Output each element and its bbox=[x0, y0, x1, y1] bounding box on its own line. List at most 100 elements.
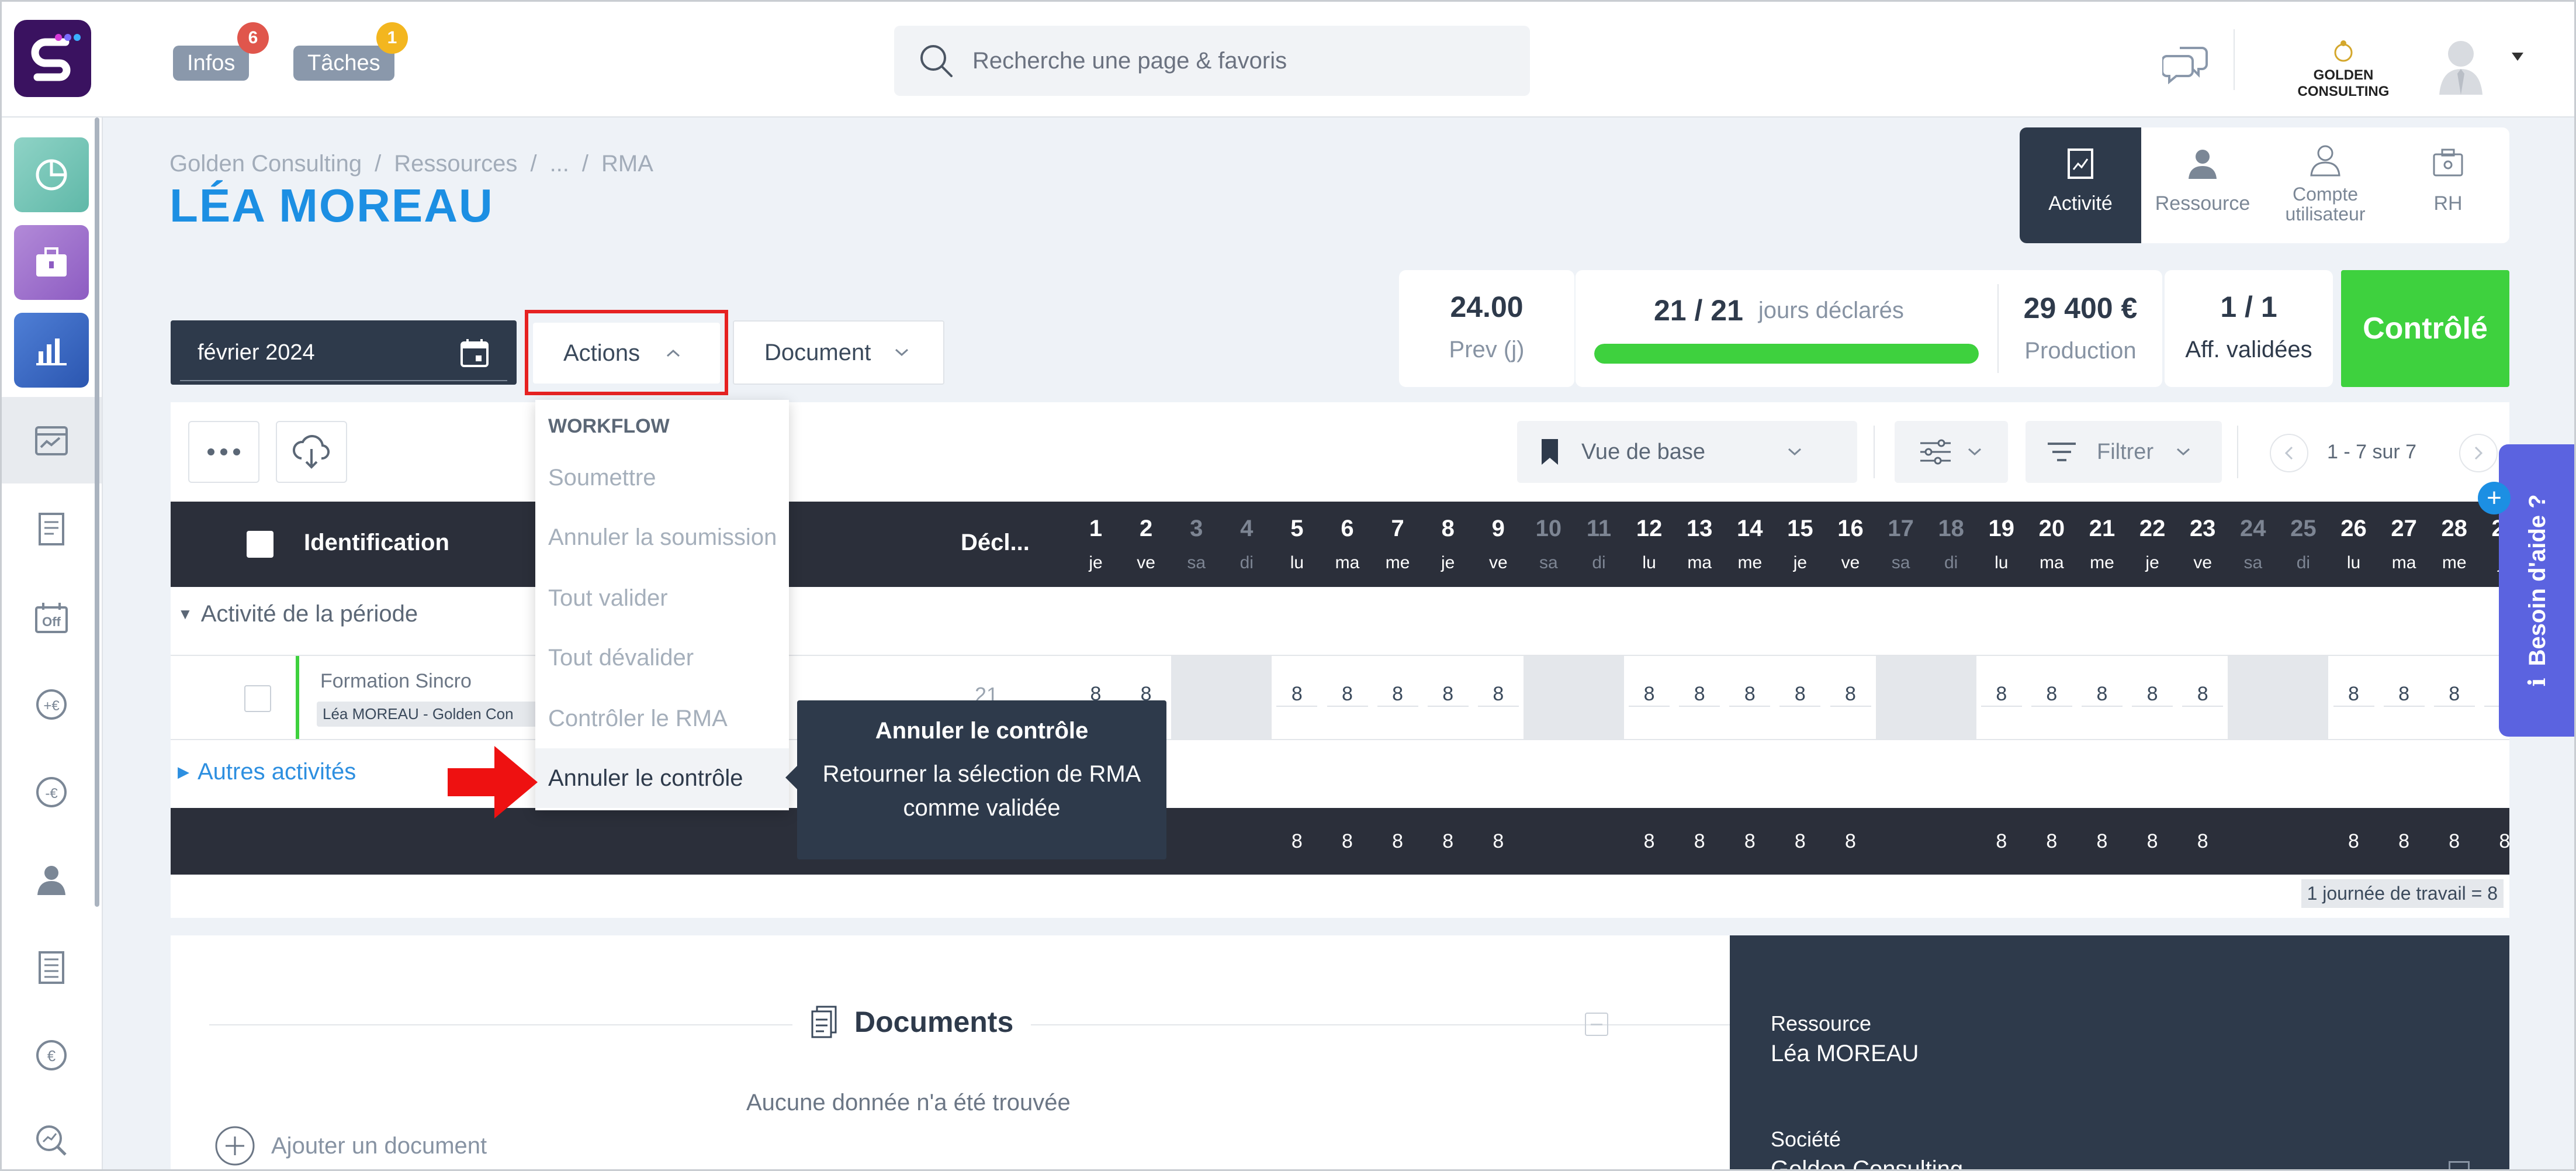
taches-button[interactable]: Tâches bbox=[293, 46, 394, 81]
tab-rh[interactable]: RH bbox=[2387, 127, 2509, 243]
filter-button[interactable]: Filtrer bbox=[2026, 421, 2222, 483]
tab-activite[interactable]: Activité bbox=[2020, 127, 2141, 243]
day-cell[interactable]: 8 bbox=[2383, 683, 2425, 707]
day-cell[interactable]: 8 bbox=[2082, 683, 2123, 707]
day-weekday: me bbox=[1385, 553, 1410, 572]
day-weekday: lu bbox=[1995, 553, 2009, 572]
day-cell[interactable]: 8 bbox=[2333, 683, 2374, 707]
sidebar-scrollbar[interactable] bbox=[95, 118, 99, 907]
sidebar-item-reports[interactable] bbox=[14, 313, 89, 388]
day-cell[interactable]: 8 bbox=[1276, 683, 1318, 707]
day-cell[interactable]: 8 bbox=[2182, 683, 2224, 707]
day-cell[interactable]: 8 bbox=[2031, 683, 2072, 707]
day-cell[interactable]: 8 bbox=[1327, 683, 1368, 707]
invoice-icon[interactable] bbox=[26, 503, 77, 555]
infos-badge-count: 6 bbox=[248, 28, 258, 47]
menu-item-tout-valider[interactable]: Tout valider bbox=[535, 568, 789, 628]
total-cell: 8 bbox=[2499, 830, 2511, 852]
day-cell[interactable]: 8 bbox=[1830, 683, 1871, 707]
weekend-cell bbox=[1221, 656, 1272, 739]
group-period[interactable]: ▼ Activité de la période bbox=[178, 601, 418, 627]
view-selector[interactable]: Vue de base bbox=[1517, 421, 1857, 483]
day-cell[interactable]: 8 bbox=[2132, 683, 2173, 707]
day-cell[interactable]: 8 bbox=[1729, 683, 1771, 707]
document-button[interactable]: Document bbox=[733, 320, 944, 385]
add-floating-button[interactable]: + bbox=[2478, 482, 2511, 514]
user-avatar[interactable] bbox=[2435, 36, 2487, 95]
menu-item-soumettre[interactable]: Soumettre bbox=[535, 448, 789, 507]
infos-button[interactable]: Infos bbox=[173, 46, 250, 81]
export-button[interactable] bbox=[276, 421, 347, 483]
page-title: LÉA MOREAU bbox=[169, 179, 494, 232]
col-declared[interactable]: Décl... bbox=[961, 530, 1030, 556]
sidebar-item-dashboard[interactable] bbox=[14, 137, 89, 212]
tab-rh-label: RH bbox=[2433, 192, 2463, 215]
actions-button[interactable]: Actions bbox=[533, 323, 720, 384]
tab-compte-utilisateur[interactable]: Compte utilisateur bbox=[2264, 127, 2387, 243]
select-all-checkbox[interactable] bbox=[247, 531, 273, 558]
day-cell[interactable]: 8 bbox=[1427, 683, 1469, 707]
calendar-chart-icon[interactable] bbox=[26, 414, 77, 466]
breadcrumb-item[interactable]: Ressources bbox=[394, 151, 517, 177]
day-number: 20 bbox=[2038, 516, 2065, 541]
days-progress-fill bbox=[1594, 344, 1979, 364]
chat-icon[interactable] bbox=[2161, 42, 2209, 85]
open-link-icon[interactable] bbox=[2449, 1161, 2470, 1171]
tab-ressource[interactable]: Ressource bbox=[2141, 127, 2264, 243]
stat-prev-label: Prev (j) bbox=[1449, 337, 1525, 362]
document-list-icon[interactable] bbox=[26, 942, 77, 993]
day-number: 4 bbox=[1240, 516, 1254, 541]
stat-days: 21 / 21 jours déclarés 29 400 € Producti… bbox=[1576, 270, 2162, 387]
app-logo[interactable] bbox=[14, 20, 91, 97]
total-cell: 8 bbox=[1442, 830, 1454, 852]
help-tab[interactable]: ℹ Besoin d'aide ? bbox=[2499, 444, 2576, 737]
income-euro-icon[interactable]: +€ bbox=[26, 679, 77, 730]
more-options-button[interactable] bbox=[188, 421, 259, 483]
euro-circle-icon[interactable]: € bbox=[26, 1030, 77, 1081]
settings-button[interactable] bbox=[1895, 421, 2008, 483]
day-weekday: me bbox=[2090, 553, 2114, 572]
documents-title: Documents bbox=[854, 1006, 1014, 1038]
day-cell[interactable]: 8 bbox=[1477, 683, 1519, 707]
group-other[interactable]: ▶ Autres activités bbox=[178, 759, 356, 785]
user-menu-caret-icon[interactable] bbox=[2512, 53, 2523, 61]
tooltip: Annuler le contrôle Retourner la sélecti… bbox=[785, 700, 1166, 859]
day-cell[interactable]: 8 bbox=[2433, 683, 2475, 707]
day-cell[interactable]: 8 bbox=[1981, 683, 2022, 707]
collapse-icon[interactable] bbox=[1585, 1013, 1608, 1036]
add-document-button[interactable]: Ajouter un document bbox=[214, 1125, 487, 1167]
day-cell[interactable]: 8 bbox=[1377, 683, 1418, 707]
menu-item-annuler-soumission[interactable]: Annuler la soumission bbox=[535, 507, 789, 567]
search-box[interactable]: Recherche une page & favoris bbox=[894, 26, 1530, 96]
total-cell: 8 bbox=[1794, 830, 1806, 852]
day-cell[interactable]: 8 bbox=[1779, 683, 1821, 707]
resource-person-icon[interactable] bbox=[26, 854, 77, 906]
day-number: 19 bbox=[1988, 516, 2015, 541]
day-cell[interactable]: 8 bbox=[1629, 683, 1670, 707]
chevron-up-icon bbox=[667, 349, 680, 357]
row-name[interactable]: Formation Sincro bbox=[320, 670, 472, 693]
group-other-label: Autres activités bbox=[198, 759, 356, 785]
breadcrumb-item[interactable]: Golden Consulting bbox=[169, 151, 362, 177]
group-period-label: Activité de la période bbox=[200, 601, 418, 627]
menu-item-controler-rma[interactable]: Contrôler le RMA bbox=[535, 689, 789, 748]
top-bar: Infos 6 Tâches 1 Recherche une page & fa… bbox=[0, 0, 2576, 118]
table-row[interactable]: Formation Sincro Léa MOREAU - Golden Con… bbox=[171, 655, 2525, 740]
prev-page-button[interactable] bbox=[2270, 434, 2308, 472]
time-off-icon[interactable]: Off bbox=[26, 591, 77, 643]
day-weekday: ve bbox=[1137, 553, 1155, 572]
analytics-search-icon[interactable] bbox=[26, 1115, 77, 1166]
menu-item-annuler-controle[interactable]: Annuler le contrôle bbox=[535, 748, 789, 808]
total-cell: 8 bbox=[1744, 830, 1756, 852]
row-checkbox[interactable] bbox=[244, 685, 271, 712]
sidebar-item-projects[interactable] bbox=[14, 225, 89, 300]
day-weekday: ve bbox=[1488, 553, 1508, 572]
menu-item-tout-devalider[interactable]: Tout dévalider bbox=[535, 628, 789, 688]
day-weekday: ve bbox=[1841, 553, 1860, 572]
expense-euro-icon[interactable]: -€ bbox=[26, 766, 77, 818]
col-identification[interactable]: Identification bbox=[304, 530, 449, 556]
breadcrumb-item[interactable]: ... bbox=[550, 151, 569, 177]
day-cell[interactable]: 8 bbox=[1679, 683, 1720, 707]
month-picker[interactable]: février 2024 bbox=[171, 320, 517, 385]
next-page-button[interactable] bbox=[2459, 434, 2498, 472]
